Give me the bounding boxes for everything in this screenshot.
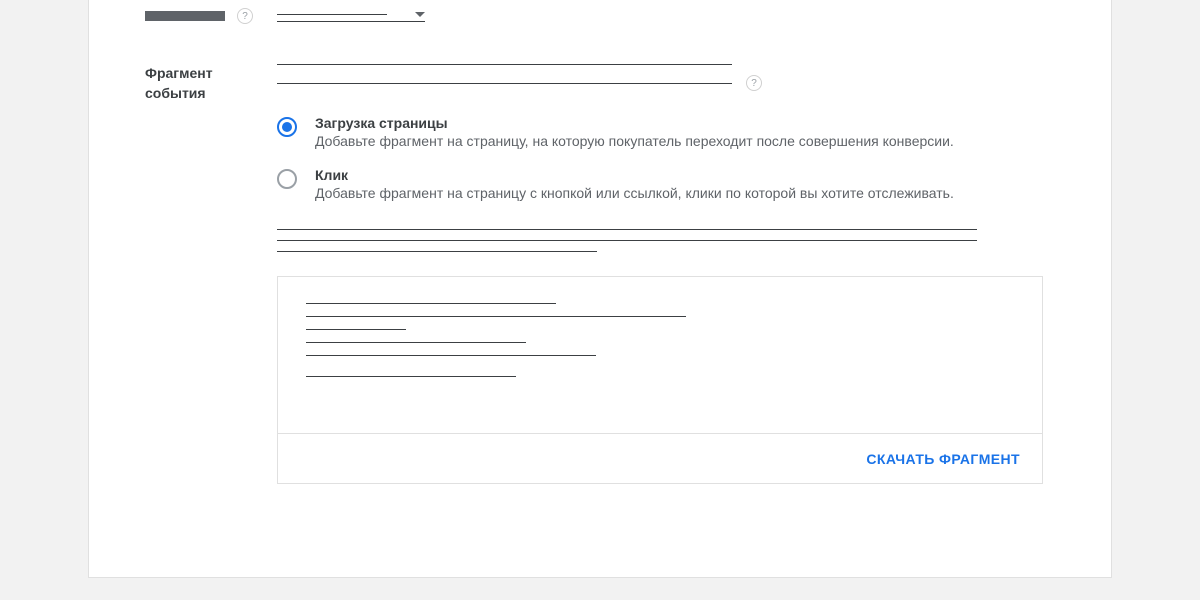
settings-card: ? Фрагмент события ? [88, 0, 1112, 578]
help-icon[interactable]: ? [237, 8, 253, 24]
chevron-down-icon [415, 12, 425, 17]
radio-title: Клик [315, 167, 954, 183]
snippet-instructions-redacted [277, 229, 1055, 252]
code-snippet-box: СКАЧАТЬ ФРАГМЕНТ [277, 276, 1043, 484]
section-description-redacted: ? [277, 64, 1015, 91]
setting-row-top: ? [145, 8, 1055, 24]
section-label: Фрагмент события [145, 64, 273, 103]
help-icon[interactable]: ? [746, 75, 762, 91]
setting-label-col: ? [145, 8, 273, 24]
download-snippet-button[interactable]: СКАЧАТЬ ФРАГМЕНТ [866, 451, 1020, 467]
event-snippet-content: ? Загрузка страницы Добавьте фрагмент на… [277, 64, 1055, 484]
dropdown-value-redacted [277, 14, 387, 15]
redacted-label [145, 11, 225, 21]
code-snippet-content-redacted [278, 277, 1042, 433]
radio-indicator-selected-icon [277, 117, 297, 137]
radio-page-load[interactable]: Загрузка страницы Добавьте фрагмент на с… [277, 115, 1055, 149]
radio-desc: Добавьте фрагмент на страницу с кнопкой … [315, 185, 954, 201]
radio-desc: Добавьте фрагмент на страницу, на котору… [315, 133, 954, 149]
radio-indicator-unselected-icon [277, 169, 297, 189]
snippet-trigger-radios: Загрузка страницы Добавьте фрагмент на с… [277, 115, 1055, 201]
radio-click[interactable]: Клик Добавьте фрагмент на страницу с кно… [277, 167, 1055, 201]
radio-title: Загрузка страницы [315, 115, 954, 131]
dropdown-field[interactable] [277, 10, 425, 22]
event-snippet-section: Фрагмент события ? Загрузка страницы [145, 64, 1055, 484]
code-snippet-footer: СКАЧАТЬ ФРАГМЕНТ [278, 433, 1042, 483]
